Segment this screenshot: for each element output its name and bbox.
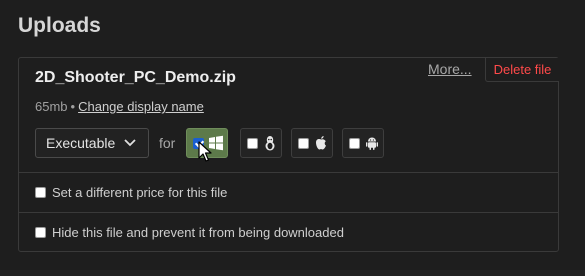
platform-macos-checkbox[interactable] (298, 137, 309, 149)
android-icon (366, 137, 378, 150)
platform-macos-toggle[interactable] (291, 128, 333, 158)
upload-card-main: 2D_Shooter_PC_Demo.zip More... Delete fi… (19, 58, 559, 172)
meta-separator: • (70, 99, 76, 114)
different-price-label: Set a different price for this file (52, 185, 228, 200)
linux-icon (265, 136, 275, 151)
upload-card: 2D_Shooter_PC_Demo.zip More... Delete fi… (18, 57, 559, 252)
file-type-select[interactable]: Executable (35, 128, 149, 158)
platform-android-checkbox[interactable] (349, 137, 360, 149)
platform-android-toggle[interactable] (342, 128, 384, 158)
for-label: for (159, 135, 176, 151)
platform-linux-toggle[interactable] (240, 128, 282, 158)
bottom-divider (0, 270, 585, 276)
platform-windows-checkbox[interactable] (193, 137, 204, 149)
platform-linux-checkbox[interactable] (247, 137, 258, 149)
change-display-name-link[interactable]: Change display name (78, 99, 204, 114)
chevron-down-icon (124, 139, 136, 147)
windows-icon (209, 135, 223, 151)
delete-file-button[interactable]: Delete file (485, 58, 559, 82)
apple-icon (316, 136, 326, 150)
option-hide-file[interactable]: Hide this file and prevent it from being… (19, 212, 558, 252)
section-title: Uploads (18, 14, 101, 37)
more-link[interactable]: More... (428, 61, 472, 77)
file-size: 65mb (35, 99, 68, 114)
file-name: 2D_Shooter_PC_Demo.zip (35, 69, 236, 86)
hide-file-label: Hide this file and prevent it from being… (52, 225, 344, 240)
file-meta: 65mb • Change display name (35, 99, 204, 114)
different-price-checkbox[interactable] (35, 187, 46, 198)
file-type-value: Executable (46, 135, 116, 151)
platform-windows-toggle[interactable] (186, 128, 228, 158)
hide-file-checkbox[interactable] (35, 227, 46, 238)
option-different-price[interactable]: Set a different price for this file (19, 172, 558, 212)
